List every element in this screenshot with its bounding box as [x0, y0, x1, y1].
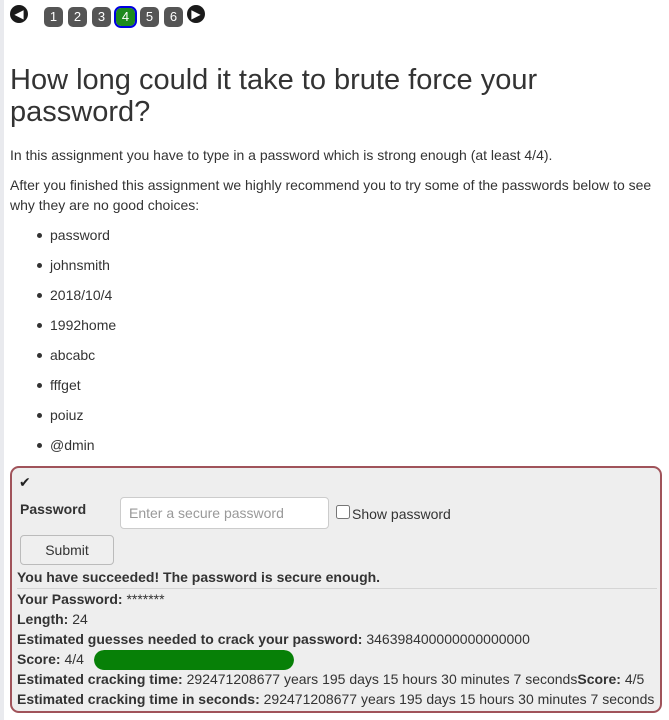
cracking-seconds-label: Estimated cracking time in seconds: — [17, 691, 260, 707]
guesses-label: Estimated guesses needed to crack your p… — [17, 631, 363, 647]
cracking-time-value: 292471208677 years 195 days 15 hours 30 … — [186, 671, 578, 687]
password-input[interactable] — [120, 497, 329, 529]
length-row: Length: 24 — [17, 609, 88, 629]
score-value: 4/4 — [64, 651, 84, 667]
success-message: You have succeeded! The password is secu… — [17, 569, 381, 585]
list-item: @dmin — [37, 435, 116, 465]
list-item: abcabc — [37, 345, 116, 375]
length-value: 24 — [72, 611, 88, 627]
your-password-value: ******* — [126, 591, 165, 607]
page-title: How long could it take to brute force yo… — [10, 64, 538, 128]
guesses-value: 346398400000000000000 — [366, 631, 530, 647]
score-progress-fill — [94, 650, 294, 670]
cracking-time-label: Estimated cracking time: — [17, 671, 183, 687]
assignment-panel: ✔ Password Show password Submit You have… — [10, 466, 662, 713]
score-label: Score: — [17, 651, 61, 667]
cracking-score-value: 4/5 — [624, 671, 645, 687]
length-label: Length: — [17, 611, 69, 627]
page-button-4-active[interactable]: 4 — [114, 6, 137, 28]
show-password-label[interactable]: Show password — [352, 506, 451, 522]
list-item: password — [37, 225, 116, 255]
page-button-6[interactable]: 6 — [164, 7, 183, 27]
show-password-checkbox[interactable] — [336, 505, 350, 519]
list-item: johnsmith — [37, 255, 116, 285]
intro-text: In this assignment you have to type in a… — [10, 147, 553, 163]
page-button-2[interactable]: 2 — [68, 7, 87, 27]
cracking-time-row: Estimated cracking time: 292471208677 ye… — [17, 669, 644, 689]
checkmark-icon: ✔ — [19, 474, 31, 490]
page-button-1[interactable]: 1 — [44, 7, 63, 27]
password-label: Password — [20, 501, 87, 517]
arrow-right-icon[interactable]: ▶ — [187, 5, 205, 23]
cracking-seconds-value: 292471208677 years 195 days 15 hours 30 … — [263, 691, 655, 707]
list-item: 2018/10/4 — [37, 285, 116, 315]
your-password-row: Your Password: ******* — [17, 589, 165, 609]
page-button-3[interactable]: 3 — [92, 7, 111, 27]
list-item: fffget — [37, 375, 116, 405]
cracking-score-label: Score: — [577, 671, 621, 687]
cracking-seconds-row: Estimated cracking time in seconds: 2924… — [17, 689, 654, 709]
your-password-label: Your Password: — [17, 591, 123, 607]
advice-text: After you finished this assignment we hi… — [10, 177, 652, 213]
guesses-row: Estimated guesses needed to crack your p… — [17, 629, 530, 649]
score-row: Score: 4/4 — [17, 649, 84, 669]
list-item: 1992home — [37, 315, 116, 345]
submit-button[interactable]: Submit — [20, 535, 114, 565]
arrow-left-icon[interactable]: ◀ — [10, 5, 28, 23]
left-edge-strip — [0, 0, 4, 720]
example-password-list: password johnsmith 2018/10/4 1992home ab… — [37, 225, 116, 465]
score-progress-bar — [94, 650, 294, 670]
list-item: poiuz — [37, 405, 116, 435]
page-button-5[interactable]: 5 — [140, 7, 159, 27]
